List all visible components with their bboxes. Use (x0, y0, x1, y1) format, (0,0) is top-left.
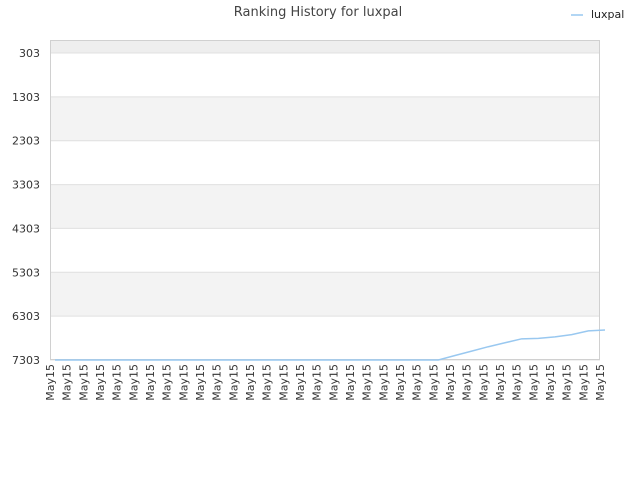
x-tick-label: May15 (77, 364, 90, 401)
legend: luxpal (571, 8, 624, 21)
x-tick-label: May15 (394, 364, 407, 401)
plot-band (50, 272, 600, 317)
x-tick-label: May15 (311, 364, 324, 401)
x-tick-label: May15 (361, 364, 374, 401)
x-tick-label: May15 (111, 364, 124, 401)
x-tick-label: May15 (561, 364, 574, 401)
x-tick-label: May15 (211, 364, 224, 401)
chart-title: Ranking History for luxpal (234, 5, 402, 20)
series-lines (55, 329, 606, 361)
x-tick-label: May15 (277, 364, 290, 401)
plot-band (50, 96, 600, 141)
y-tick-label: 6303 (12, 310, 40, 323)
x-tick-label: May15 (494, 364, 507, 401)
x-tick-label: May15 (294, 364, 307, 401)
ranking-chart: Ranking History for luxpal 303 1303 2303 33… (12, 5, 624, 401)
y-tick-label: 2303 (12, 135, 40, 148)
x-tick-label: May15 (594, 364, 607, 401)
x-tick-label: May15 (461, 364, 474, 401)
x-tick-label: May15 (144, 364, 157, 401)
x-tick-label: May15 (444, 364, 457, 401)
y-axis-ticks: 303 1303 2303 3303 4303 5303 6303 7303 (12, 47, 40, 367)
x-tick-label: May15 (44, 364, 57, 401)
x-tick-label: May15 (177, 364, 190, 401)
y-tick-label: 3303 (12, 179, 40, 192)
y-tick-label: 5303 (12, 266, 40, 279)
y-tick-label: 1303 (12, 91, 40, 104)
x-tick-label: May15 (327, 364, 340, 401)
x-tick-label: May15 (61, 364, 74, 401)
x-tick-label: May15 (161, 364, 174, 401)
x-tick-label: May15 (127, 364, 140, 401)
x-tick-label: May15 (527, 364, 540, 401)
y-tick-label: 4303 (12, 222, 40, 235)
x-tick-label: May15 (261, 364, 274, 401)
plot-band-top (50, 40, 600, 53)
x-tick-label: May15 (577, 364, 590, 401)
x-tick-label: May15 (411, 364, 424, 401)
x-tick-label: May15 (94, 364, 107, 401)
x-tick-label: May15 (477, 364, 490, 401)
x-tick-label: May15 (511, 364, 524, 401)
x-axis-ticks: May15 May15 May15 May15 May15 May15 May15 May15… (44, 364, 607, 401)
plot-bands (50, 40, 600, 317)
series-line-luxpal (55, 329, 606, 361)
y-tick-label: 7303 (12, 354, 40, 367)
x-tick-label: May15 (544, 364, 557, 401)
x-tick-label: May15 (194, 364, 207, 401)
x-tick-label: May15 (227, 364, 240, 401)
x-tick-label: May15 (427, 364, 440, 401)
x-tick-label: May15 (377, 364, 390, 401)
legend-label-luxpal: luxpal (591, 8, 624, 21)
x-tick-label: May15 (344, 364, 357, 401)
y-tick-label: 303 (19, 47, 40, 60)
plot-band (50, 184, 600, 229)
x-tick-label: May15 (244, 364, 257, 401)
